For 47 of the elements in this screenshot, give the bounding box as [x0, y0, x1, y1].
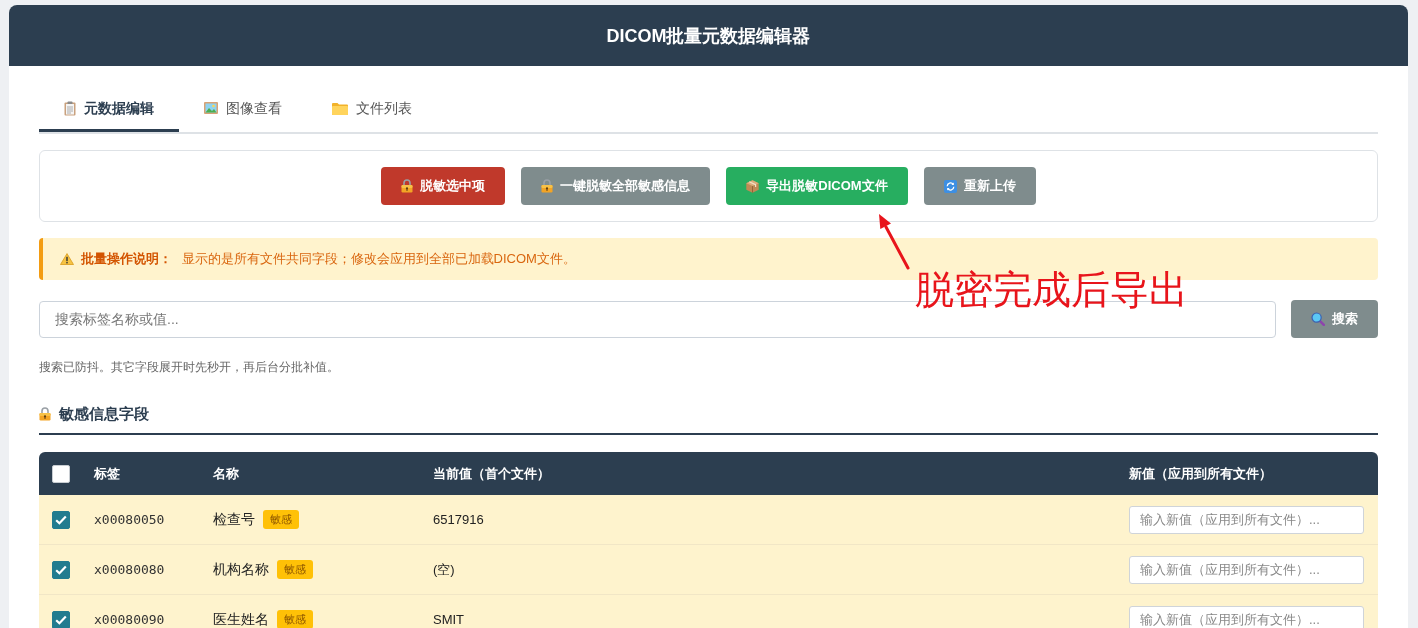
checkbox[interactable]	[52, 560, 70, 579]
warning-icon	[60, 253, 74, 265]
package-icon	[746, 179, 760, 193]
current-value: 6517916	[433, 512, 484, 527]
tag-code: x00080090	[94, 612, 165, 627]
new-value-field[interactable]: 输入新值（应用到所有文件）...	[1129, 555, 1364, 584]
notice-text: 批量操作说明： 显示的是所有文件共同字段；修改会应用到全部已加载DICOM文件。	[81, 250, 576, 268]
column-header: 名称	[213, 465, 239, 481]
checkmark-icon	[55, 514, 67, 525]
section-title: 敏感信息字段	[59, 404, 149, 424]
tag-code: x00080050	[94, 512, 165, 527]
app-title: DICOM批量元数据编辑器	[606, 24, 811, 48]
action-button[interactable]: 重新上传	[923, 167, 1036, 205]
search-button[interactable]: 搜索	[1291, 300, 1378, 338]
sensitive-tag: 敏感	[263, 510, 299, 529]
checkbox[interactable]	[52, 510, 70, 529]
sensitive-tag: 敏感	[277, 560, 313, 579]
current-value: (空)	[433, 560, 455, 579]
checkmark-icon	[55, 564, 67, 575]
action-button[interactable]: 导出脱敏DICOM文件	[726, 167, 908, 205]
lock-icon	[401, 179, 414, 193]
tab[interactable]: 文件列表	[307, 86, 437, 132]
current-value: SMIT	[433, 612, 465, 627]
lock-icon	[541, 179, 554, 193]
new-value-field[interactable]: 输入新值（应用到所有文件）...	[1129, 505, 1364, 534]
tab[interactable]: 图像查看	[179, 86, 307, 132]
tag-code: x00080080	[94, 562, 165, 577]
clipboard-icon	[64, 100, 76, 116]
action-button[interactable]: 脱敏选中项	[381, 167, 506, 205]
new-value-field[interactable]: 输入新值（应用到所有文件）...	[1129, 605, 1364, 628]
action-button[interactable]: 一键脱敏全部敏感信息	[521, 167, 711, 205]
checkmark-icon	[55, 614, 67, 625]
column-header: 当前值（首个文件）	[433, 465, 550, 481]
search-icon	[1311, 312, 1325, 326]
search-hint: 搜索已防抖。其它字段展开时先秒开，再后台分批补值。	[39, 359, 340, 375]
refresh-icon	[943, 179, 957, 193]
column-header: 新值（应用到所有文件）	[1129, 465, 1272, 481]
field-name: 医生姓名	[213, 610, 269, 628]
tab[interactable]: 元数据编辑	[39, 86, 179, 132]
lock-icon	[39, 407, 51, 421]
picture-icon	[204, 102, 218, 114]
checkbox[interactable]	[52, 610, 70, 628]
column-header: 标签	[94, 465, 120, 481]
sensitive-tag: 敏感	[277, 610, 313, 628]
folder-icon	[332, 101, 348, 115]
field-name: 机构名称	[213, 560, 269, 579]
field-name: 检查号	[213, 510, 255, 529]
